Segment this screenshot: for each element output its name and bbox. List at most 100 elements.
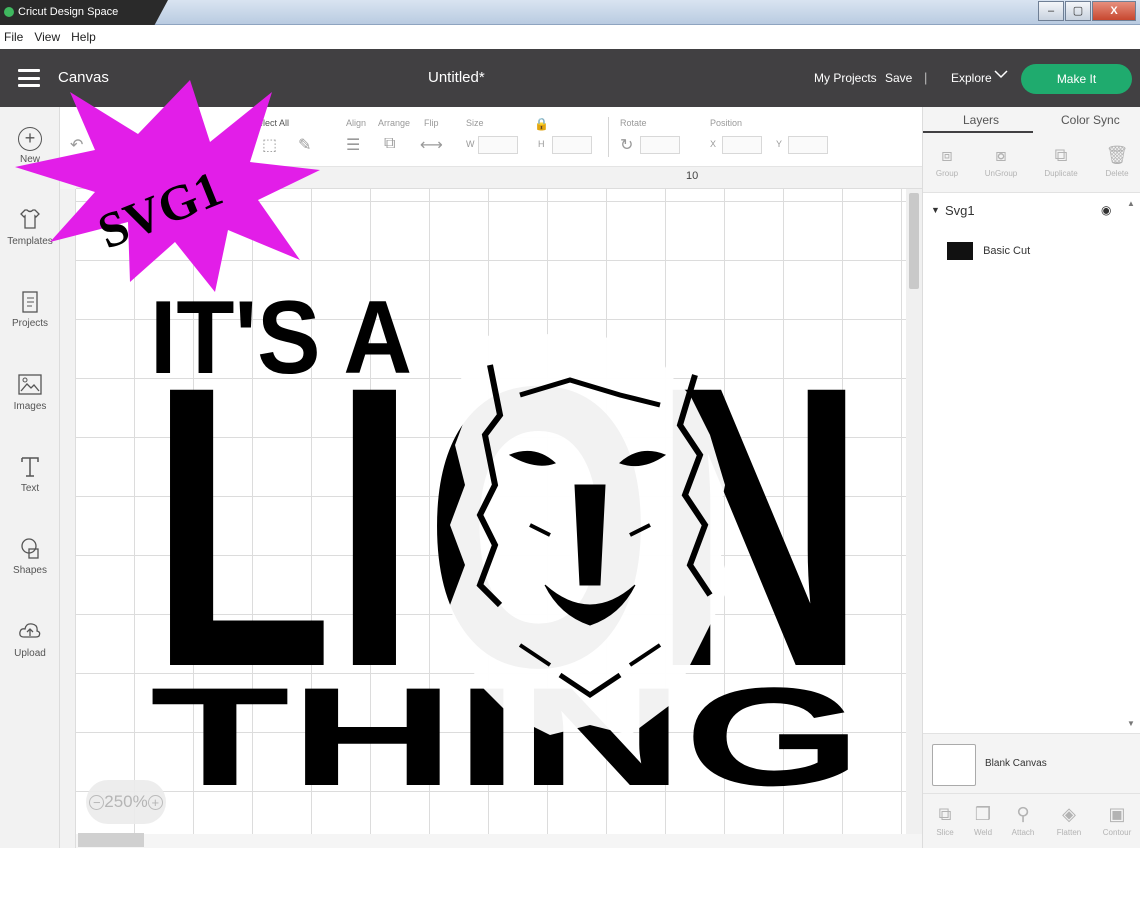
layers-panel: Layers Color Sync ⧈ Group ⧇ UnGroup ⧉ Du… (922, 107, 1140, 848)
sidebar-item-projects[interactable]: Projects (0, 289, 60, 329)
layer-tools: ⧈ Group ⧇ UnGroup ⧉ Duplicate 🗑 Delete (923, 133, 1140, 193)
rotate-field[interactable] (640, 136, 680, 154)
size-height-field[interactable] (552, 136, 592, 154)
upload-icon (17, 619, 43, 645)
layer-operation: Basic Cut (983, 244, 1031, 257)
flip-label: Flip (424, 118, 439, 128)
ungroup-icon: ⧇ (995, 145, 1007, 165)
layer-name: Svg1 (945, 203, 975, 218)
rotate-label: Rotate (620, 118, 647, 128)
zoom-in-icon[interactable]: + (147, 795, 163, 810)
position-x-field[interactable] (722, 136, 762, 154)
menu-file[interactable]: File (4, 30, 23, 44)
ungroup-button[interactable]: ⧇ UnGroup (979, 141, 1023, 178)
cricut-design-space-window: Cricut Design Space v6.13.344 – ▢ X File… (0, 0, 1140, 900)
canvas-vertical-scrollbar[interactable] (906, 189, 922, 834)
minimize-button[interactable]: – (1038, 1, 1064, 21)
close-button[interactable]: X (1092, 1, 1136, 21)
position-label: Position (710, 118, 743, 128)
contour-icon: ▣ (1108, 804, 1126, 824)
lock-icon[interactable]: 🔒 (534, 117, 549, 131)
layer-group-row[interactable]: ▼ Svg1 ◉ (923, 203, 1123, 225)
shapes-icon (17, 536, 43, 562)
scroll-up-icon[interactable]: ▲ (1127, 199, 1135, 208)
contour-button[interactable]: ▣ Contour (1095, 800, 1139, 837)
scroll-down-icon[interactable]: ▼ (1127, 719, 1135, 728)
layer-sub-row[interactable]: Basic Cut (947, 242, 1123, 264)
position-y-field[interactable] (788, 136, 828, 154)
layer-thumbnail (947, 242, 973, 260)
zoom-level: 250% (104, 792, 148, 811)
duplicate-button[interactable]: ⧉ Duplicate (1039, 141, 1083, 178)
size-h-label: H (538, 139, 545, 149)
flip-icon[interactable]: ⟷ (420, 135, 443, 155)
align-label: Align (346, 118, 367, 128)
sidebar-item-text[interactable]: Text (0, 454, 60, 494)
layers-tabs: Layers Color Sync (923, 107, 1140, 133)
flatten-icon: ◈ (1062, 804, 1076, 824)
project-title: Untitled* (428, 69, 485, 86)
arrange-icon[interactable]: ⧉ (384, 135, 395, 153)
svg1-burst-badge: SVG1 (15, 80, 320, 292)
zoom-out-icon[interactable]: − (89, 795, 105, 810)
sidebar-item-images[interactable]: Images (0, 372, 60, 412)
group-button[interactable]: ⧈ Group (925, 141, 969, 178)
attach-label: Attach (1011, 828, 1035, 837)
delete-label: Delete (1105, 169, 1129, 178)
make-it-button[interactable]: Make It (1021, 64, 1132, 94)
weld-icon: ❒ (974, 804, 992, 824)
app-logo-icon (4, 7, 14, 17)
contour-label: Contour (1102, 828, 1132, 837)
lion-design-artwork[interactable]: IT'S A LI ON THING (150, 285, 870, 795)
layer-bottom-tools: ⧉ Slice ❒ Weld ⚲ Attach ◈ Flatten ▣ Cont… (923, 793, 1140, 848)
position-y-label: Y (776, 139, 783, 149)
expand-arrow-icon[interactable]: ▼ (931, 205, 940, 215)
align-icon[interactable]: ☰ (346, 135, 360, 155)
menu-help[interactable]: Help (71, 30, 96, 44)
sidebar-item-label: Upload (14, 648, 46, 659)
image-icon (17, 372, 43, 398)
explore-dropdown[interactable]: Explore (951, 71, 992, 85)
position-x-label: X (710, 139, 717, 149)
maximize-button[interactable]: ▢ (1065, 1, 1091, 21)
attach-button[interactable]: ⚲ Attach (1001, 800, 1045, 837)
trash-icon: 🗑 (1105, 145, 1129, 165)
window-controls: – ▢ X (1037, 1, 1136, 21)
flatten-button[interactable]: ◈ Flatten (1047, 800, 1091, 837)
rotate-icon: ↻ (620, 137, 634, 154)
tab-color-sync[interactable]: Color Sync (1061, 113, 1120, 127)
flatten-label: Flatten (1056, 828, 1082, 837)
weld-button[interactable]: ❒ Weld (961, 800, 1005, 837)
canvas-horizontal-scrollbar[interactable] (78, 833, 144, 847)
ungroup-label: UnGroup (984, 169, 1018, 178)
scroll-thumb[interactable] (909, 193, 919, 289)
sidebar-item-upload[interactable]: Upload (0, 619, 60, 659)
size-label: Size (466, 118, 484, 128)
blank-canvas-row[interactable]: Blank Canvas (923, 733, 1140, 793)
chevron-down-icon[interactable] (994, 69, 1008, 82)
blank-canvas-swatch[interactable] (932, 744, 976, 786)
attach-icon: ⚲ (1016, 804, 1030, 824)
sidebar-item-shapes[interactable]: Shapes (0, 536, 60, 576)
menu-view[interactable]: View (34, 30, 60, 44)
layers-scrollbar[interactable]: ▲ ▼ (1127, 199, 1137, 729)
save-button[interactable]: Save (885, 71, 912, 85)
tab-layers[interactable]: Layers (963, 113, 999, 127)
size-width-field[interactable] (478, 136, 518, 154)
blank-canvas-label: Blank Canvas (985, 758, 1047, 769)
group-label: Group (935, 169, 959, 178)
menu-bar: File View Help (0, 25, 1140, 49)
sidebar-item-label: Text (20, 483, 40, 494)
text-icon (17, 454, 43, 480)
slice-label: Slice (936, 828, 954, 837)
sidebar-item-label: Shapes (13, 565, 47, 576)
ruler-mark: 10 (686, 170, 699, 182)
projects-icon (17, 289, 43, 315)
delete-button[interactable]: 🗑 Delete (1095, 141, 1139, 178)
header-separator: | (924, 70, 928, 85)
visibility-eye-icon[interactable]: ◉ (1101, 203, 1111, 217)
sidebar-item-label: Images (13, 401, 47, 412)
toolbar-divider (608, 117, 609, 157)
zoom-control[interactable]: −250% + (86, 780, 166, 824)
my-projects-button[interactable]: My Projects (814, 71, 877, 85)
